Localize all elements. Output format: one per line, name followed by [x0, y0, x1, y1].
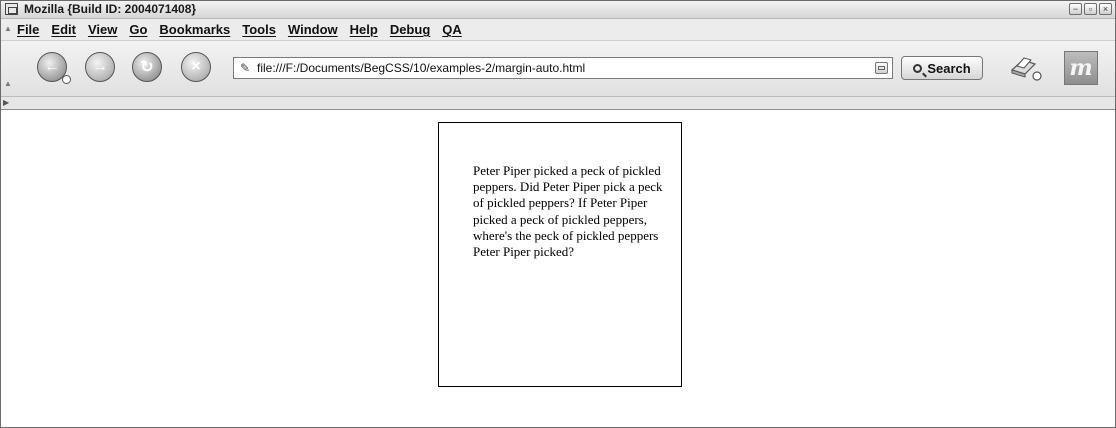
window-title: Mozilla {Build ID: 2004071408} [24, 2, 197, 16]
print-icon[interactable] [1009, 54, 1043, 82]
menu-tools[interactable]: Tools [242, 22, 276, 37]
page-proxy-icon[interactable]: ✎ [240, 61, 250, 75]
tab-strip: ▶ [1, 96, 1115, 110]
reload-icon: ↻ [140, 59, 154, 76]
reload-button[interactable]: ↻ [132, 52, 162, 82]
stop-x-icon: × [191, 58, 201, 75]
tab-expand-icon[interactable]: ▶ [3, 98, 9, 107]
menu-help[interactable]: Help [350, 22, 378, 37]
menu-list: File Edit View Go Bookmarks Tools Window… [17, 22, 462, 37]
url-text[interactable]: file:///F:/Documents/BegCSS/10/examples-… [257, 61, 585, 75]
browser-window: Mozilla {Build ID: 2004071408} − ▫ × ▲ F… [0, 0, 1116, 428]
stop-button[interactable]: × [181, 52, 211, 82]
toolbar-grip-icon[interactable]: ▲ [4, 24, 12, 33]
menu-qa[interactable]: QA [442, 22, 462, 37]
menu-bar: ▲ File Edit View Go Bookmarks Tools Wind… [1, 19, 1115, 40]
throbber-logo-icon[interactable]: m [1064, 51, 1098, 85]
search-icon [913, 63, 923, 73]
url-history-dropdown-icon[interactable] [875, 62, 888, 74]
menu-bookmarks[interactable]: Bookmarks [159, 22, 230, 37]
back-history-dropdown-icon[interactable] [62, 75, 71, 84]
toolbar-grip-icon[interactable]: ▲ [4, 79, 12, 88]
centered-box: Peter Piper picked a peck of pickled pep… [438, 122, 682, 387]
back-arrow-icon: ← [44, 58, 60, 75]
forward-button[interactable]: → [85, 52, 115, 82]
title-bar[interactable]: Mozilla {Build ID: 2004071408} − ▫ × [1, 1, 1115, 19]
box-paragraph: Peter Piper picked a peck of pickled pep… [473, 163, 663, 260]
menu-file[interactable]: File [17, 22, 39, 37]
menu-go[interactable]: Go [129, 22, 147, 37]
minimize-icon[interactable]: − [1069, 3, 1082, 15]
url-bar[interactable]: ✎ file:///F:/Documents/BegCSS/10/example… [233, 57, 893, 79]
search-button-label: Search [927, 60, 971, 76]
maximize-icon[interactable]: ▫ [1084, 3, 1097, 15]
menu-window[interactable]: Window [288, 22, 338, 37]
menu-edit[interactable]: Edit [51, 22, 76, 37]
search-button[interactable]: Search [901, 56, 983, 80]
navigation-toolbar: ▲ ← → ↻ × ✎ file:///F:/Documents/BegCSS/… [1, 40, 1115, 96]
menu-debug[interactable]: Debug [390, 22, 430, 37]
page-content: Peter Piper picked a peck of pickled pep… [1, 110, 1115, 427]
window-controls: − ▫ × [1069, 3, 1112, 15]
app-icon [5, 3, 18, 15]
forward-arrow-icon: → [92, 58, 108, 75]
menu-view[interactable]: View [88, 22, 117, 37]
close-icon[interactable]: × [1099, 3, 1112, 15]
